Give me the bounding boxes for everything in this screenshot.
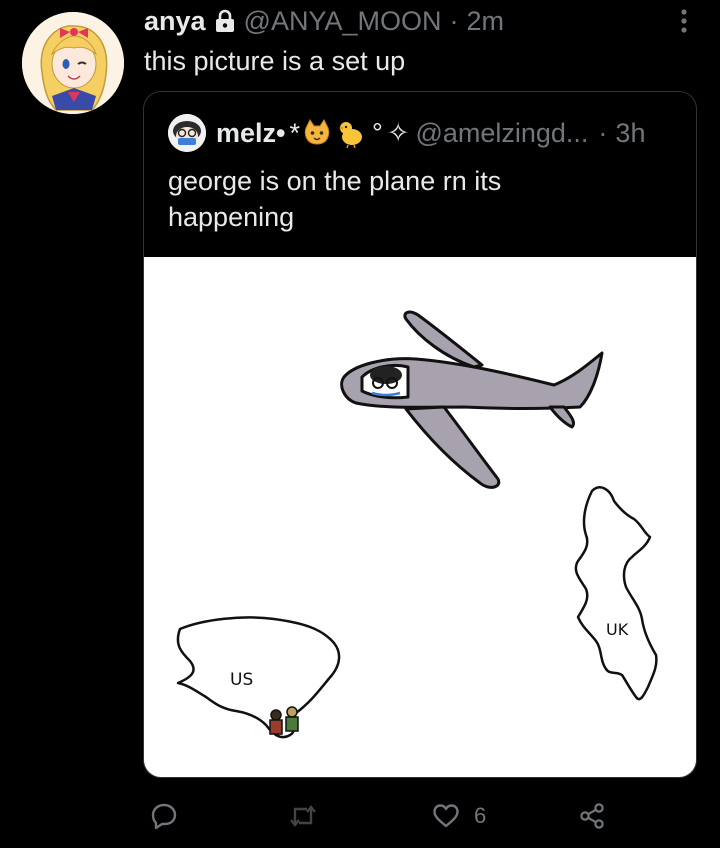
cat-emoji-icon [302, 118, 332, 148]
author-name[interactable]: anya [144, 5, 206, 37]
quoted-tweet[interactable]: melz• * ° ✧ @amelzingd... · 3h george is… [143, 91, 697, 778]
tweet-header: anya @ANYA_MOON · 2m [144, 5, 504, 37]
quoted-author-name[interactable]: melz• [216, 117, 285, 149]
like-button[interactable]: 6 [432, 796, 486, 836]
tweet[interactable]: anya @ANYA_MOON · 2m this picture is a s… [0, 0, 720, 848]
reply-button[interactable] [150, 796, 178, 836]
reply-icon [151, 803, 177, 830]
tweet-actions: 6 [0, 796, 720, 836]
people-drawing [269, 706, 299, 735]
heart-icon [433, 804, 459, 828]
quoted-author-avatar[interactable] [168, 114, 206, 152]
author-avatar[interactable] [22, 12, 124, 114]
quoted-author-handle[interactable]: @amelzingd... [415, 117, 588, 149]
share-button[interactable] [578, 796, 606, 836]
us-label: US [230, 670, 253, 690]
lock-icon [214, 9, 236, 33]
author-handle[interactable]: @ANYA_MOON [244, 5, 442, 37]
chick-emoji-icon [336, 118, 366, 148]
us-map-outline [176, 616, 341, 739]
uk-map-outline [574, 486, 658, 701]
header-separator: · [449, 6, 459, 36]
drawing-canvas: UK US [176, 310, 658, 739]
name-star: * [289, 118, 300, 148]
more-options-icon[interactable] [680, 8, 688, 34]
quoted-timestamp[interactable]: 3h [615, 117, 645, 149]
quoted-header-separator: · [598, 118, 608, 148]
name-ring: ° [372, 118, 383, 148]
plane-drawing [340, 310, 604, 489]
timestamp[interactable]: 2m [467, 5, 505, 37]
share-icon [580, 803, 604, 829]
retweet-button[interactable] [288, 796, 318, 836]
like-count: 6 [474, 803, 487, 828]
quoted-tweet-text: george is on the plane rn its happening [168, 166, 502, 232]
name-sparkle: ✧ [386, 118, 410, 148]
tweet-text: this picture is a set up [144, 46, 406, 76]
retweet-icon [290, 805, 316, 827]
avatar-image [22, 12, 124, 114]
uk-label: UK [606, 620, 629, 639]
quoted-tweet-image[interactable]: UK US [144, 257, 696, 777]
quoted-tweet-header: melz• * ° ✧ @amelzingd... · 3h [168, 114, 645, 152]
